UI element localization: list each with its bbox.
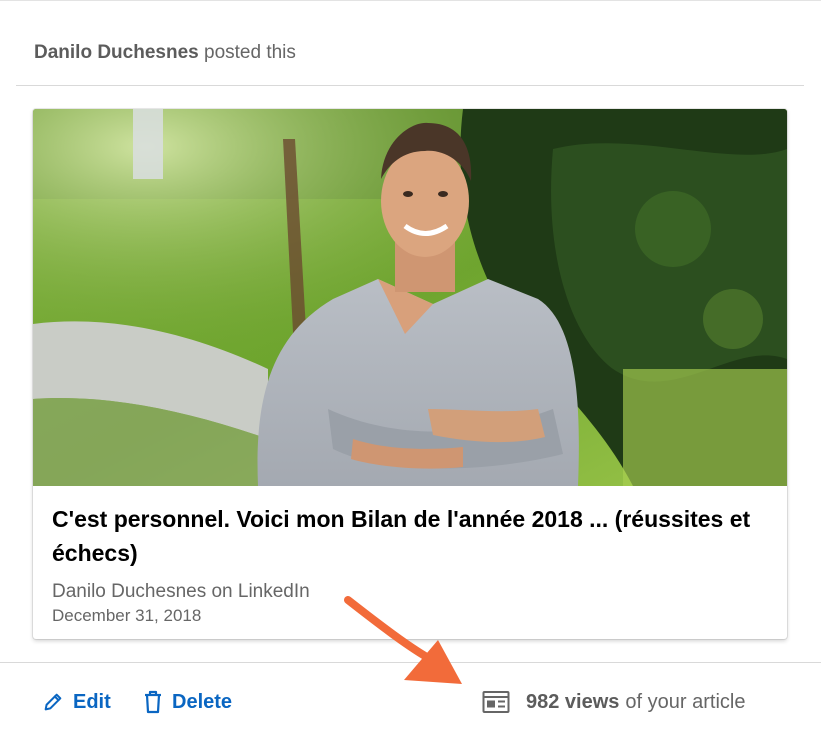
trash-icon: [143, 690, 163, 714]
post-action-text: posted this: [204, 42, 296, 63]
views-suffix: of your article: [625, 690, 746, 713]
delete-label: Delete: [172, 690, 233, 713]
article-title[interactable]: C'est personnel. Voici mon Bilan de l'an…: [52, 502, 772, 570]
article-source: Danilo Duchesnes on LinkedIn: [52, 581, 310, 602]
post-header: Danilo Duchesnes posted this: [34, 41, 296, 65]
article-cover-image: [33, 109, 787, 486]
edit-button[interactable]: Edit: [42, 688, 111, 716]
article-views-icon: [482, 690, 510, 714]
footer-divider: [0, 662, 821, 663]
views-count: 982 views: [526, 690, 620, 713]
header-divider: [16, 85, 804, 86]
edit-label: Edit: [73, 690, 111, 713]
article-views[interactable]: 982 views of your article: [482, 688, 745, 716]
article-date: December 31, 2018: [52, 606, 202, 625]
delete-button[interactable]: Delete: [143, 688, 232, 716]
article-card[interactable]: C'est personnel. Voici mon Bilan de l'an…: [33, 109, 787, 639]
post-author[interactable]: Danilo Duchesnes: [34, 42, 199, 63]
pencil-icon: [42, 691, 64, 713]
top-border: [0, 0, 821, 1]
